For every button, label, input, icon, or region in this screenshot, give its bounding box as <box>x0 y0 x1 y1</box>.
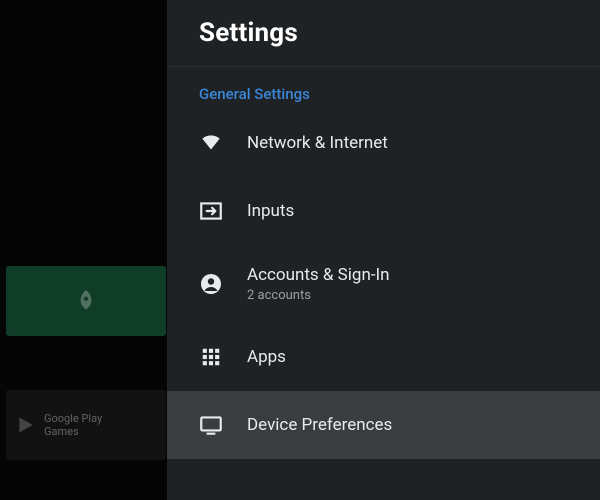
menu-item-inputs[interactable]: Inputs <box>167 177 600 245</box>
rocket-icon <box>73 288 99 314</box>
tv-icon <box>197 411 225 439</box>
menu-item-label: Device Preferences <box>247 415 392 435</box>
menu-item-network[interactable]: Network & Internet <box>167 109 600 177</box>
section-label: General Settings <box>167 67 600 109</box>
settings-panel: Settings General Settings Network & Inte… <box>167 0 600 500</box>
menu-item-subtitle: 2 accounts <box>247 288 390 303</box>
menu-item-label: Inputs <box>247 201 294 221</box>
panel-header: Settings <box>167 0 600 67</box>
page-title: Settings <box>199 18 568 48</box>
background-app-tile-1 <box>6 266 166 336</box>
settings-menu: Network & Internet Inputs Accounts & Sig… <box>167 109 600 500</box>
menu-item-accounts[interactable]: Accounts & Sign-In 2 accounts <box>167 245 600 323</box>
play-icon <box>16 414 36 436</box>
menu-item-label: Apps <box>247 347 286 367</box>
background-tile-text-2: Games <box>44 425 102 438</box>
wifi-icon <box>197 129 225 157</box>
background-tile-text-1: Google Play <box>44 412 102 425</box>
menu-item-device-preferences[interactable]: Device Preferences <box>167 391 600 459</box>
menu-item-label: Accounts & Sign-In <box>247 265 390 285</box>
account-icon <box>197 270 225 298</box>
apps-icon <box>197 343 225 371</box>
background-app-tile-2: Google Play Games <box>6 390 166 460</box>
menu-item-apps[interactable]: Apps <box>167 323 600 391</box>
input-icon <box>197 197 225 225</box>
menu-item-label: Network & Internet <box>247 133 388 153</box>
